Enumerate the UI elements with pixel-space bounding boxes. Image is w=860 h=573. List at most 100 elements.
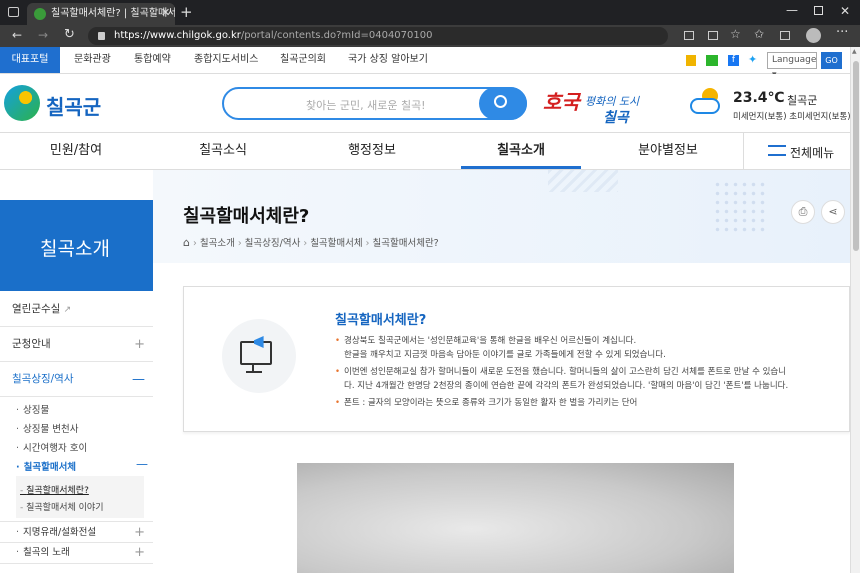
plus-icon: + bbox=[134, 525, 145, 540]
nav-fields[interactable]: 분야별정보 bbox=[608, 133, 728, 169]
sub-item-hoi[interactable]: · 시간여행자 호이 bbox=[16, 440, 87, 454]
collections-icon[interactable] bbox=[780, 31, 790, 40]
nav-civil[interactable]: 민원/참여 bbox=[16, 133, 136, 169]
language-select[interactable]: Language ▾ bbox=[767, 52, 817, 80]
plus-icon: + bbox=[134, 545, 145, 560]
breadcrumb: ⌂ › 칠곡소개 › 칠곡상징/역사 › 칠곡할매서체 › 칠곡할매서체란? bbox=[183, 236, 439, 249]
share-button[interactable]: ⋖ bbox=[821, 200, 845, 224]
breadcrumb-item[interactable]: 칠곡상징/역사 bbox=[245, 238, 301, 249]
sidebar-title: 칠곡소개 bbox=[40, 238, 110, 260]
info-para-1b: 한글을 깨우치고 지금껏 마음속 담아둔 이야기를 글로 가족들에게 전할 수 … bbox=[344, 349, 666, 360]
util-symbols[interactable]: 국가 상징 알아보기 bbox=[348, 47, 428, 73]
url-field[interactable]: https://www.chilgok.go.kr/portal/content… bbox=[88, 27, 668, 45]
weather-temp: 23.4℃ bbox=[733, 90, 785, 106]
util-portal[interactable]: 대표포털 bbox=[0, 47, 60, 73]
info-text: • 경상북도 칠곡군에서는 '성인문해교육'을 통해 한글을 배우신 어르신들이 … bbox=[335, 335, 835, 411]
language-go-button[interactable]: GO bbox=[821, 52, 842, 69]
reload-icon[interactable]: ↻ bbox=[64, 27, 75, 42]
sidebar-item-symbols[interactable]: 칠곡상징/역사 — bbox=[0, 362, 153, 397]
print-button[interactable]: ⎙ bbox=[791, 200, 815, 224]
utility-bar: 대표포털 문화관광 통합예약 종합지도서비스 칠곡군의회 국가 상징 알아보기 … bbox=[0, 47, 850, 80]
sidebar: 칠곡소개 열린군수실 ↗ 군청안내 + 칠곡상징/역사 — · 상징물 · 상징물 변천… bbox=[0, 170, 153, 573]
banner-pattern bbox=[548, 170, 618, 192]
minimize-icon[interactable]: — bbox=[786, 3, 798, 17]
sub-item-symbol[interactable]: · 상징물 bbox=[16, 402, 49, 416]
breadcrumb-item[interactable]: 칠곡할매서체 bbox=[310, 238, 362, 249]
sidebar-item-office[interactable]: 군청안내 + bbox=[0, 327, 153, 362]
facebook-icon[interactable]: f bbox=[728, 55, 739, 66]
search-box[interactable]: 찾아는 군민, 새로운 칠곡! bbox=[222, 87, 527, 120]
extension-icon[interactable] bbox=[684, 31, 694, 40]
nav-intro[interactable]: 칠곡소개 bbox=[461, 133, 581, 169]
forward-icon[interactable]: → bbox=[38, 28, 48, 42]
util-reservation[interactable]: 통합예약 bbox=[134, 47, 171, 73]
info-para-3: • 폰트 : 글자의 모양이라는 뜻으로 종류와 크기가 동일한 활자 한 벌을 … bbox=[335, 398, 638, 408]
favorite-icon[interactable]: ☆ bbox=[730, 27, 741, 41]
language-label: Language bbox=[772, 55, 817, 65]
slogan-line2: 칠곡 bbox=[603, 110, 629, 126]
minus-icon: — bbox=[132, 372, 145, 387]
page-title: 칠곡할매서체란? bbox=[183, 206, 310, 227]
all-menu-label: 전체메뉴 bbox=[790, 146, 835, 160]
main-content: 칠곡할매서체란? ⌂ › 칠곡소개 › 칠곡상징/역사 › 칠곡할매서체 › 칠… bbox=[153, 170, 850, 573]
close-window-icon[interactable]: ✕ bbox=[840, 4, 850, 18]
browser-tab[interactable]: 칠곡할매서체란? | 칠곡할매서체 bbox=[27, 3, 175, 25]
info-box: 칠곡할매서체란? • 경상북도 칠곡군에서는 '성인문해교육'을 통해 한글을 배… bbox=[183, 286, 850, 432]
lock-icon bbox=[98, 32, 105, 40]
subsub-item-font-what[interactable]: - 칠곡할매서체란? bbox=[20, 483, 89, 496]
url-host: https://www.chilgok.go.kr bbox=[114, 30, 241, 41]
site-logo[interactable]: 칠곡군 bbox=[2, 84, 112, 124]
plus-icon: + bbox=[134, 337, 145, 352]
subsub-item-font-story[interactable]: - 칠곡할매서체 이야기 bbox=[20, 500, 104, 513]
back-icon[interactable]: ← bbox=[12, 28, 22, 42]
tab-close-icon[interactable]: ✕ bbox=[161, 6, 170, 19]
nav-news[interactable]: 칠곡소식 bbox=[163, 133, 283, 169]
address-bar-row: ← → ↻ https://www.chilgok.go.kr/portal/c… bbox=[0, 25, 860, 47]
new-tab-icon[interactable]: + bbox=[180, 3, 193, 21]
nav-admin[interactable]: 행정정보 bbox=[312, 133, 432, 169]
banner-dots bbox=[713, 180, 768, 235]
home-icon[interactable]: ⌂ bbox=[183, 236, 190, 249]
app-icon[interactable] bbox=[686, 55, 696, 66]
profile-avatar[interactable] bbox=[806, 28, 821, 43]
page-scrollbar[interactable]: ▲ bbox=[850, 47, 860, 573]
browser-tab-bar: 칠곡할매서체란? | 칠곡할매서체 ✕ + — ✕ bbox=[0, 0, 860, 25]
search-input[interactable]: 찾아는 군민, 새로운 칠곡! bbox=[306, 97, 426, 113]
sidebar-item-song[interactable]: · 칠곡의 노래 + bbox=[0, 542, 153, 564]
favicon-icon bbox=[34, 8, 46, 20]
sub-item-font[interactable]: · 칠곡할매서체 bbox=[16, 459, 76, 473]
blog-icon[interactable] bbox=[706, 55, 718, 66]
sidebar-item-label: 군청안내 bbox=[12, 338, 51, 350]
breadcrumb-item[interactable]: 칠곡소개 bbox=[200, 238, 235, 249]
read-aloud-icon[interactable] bbox=[708, 31, 718, 40]
minus-icon: — bbox=[136, 457, 148, 471]
url-path: /portal/contents.do?mId=0404070100 bbox=[240, 30, 433, 41]
search-icon bbox=[494, 95, 507, 108]
scroll-up-icon[interactable]: ▲ bbox=[852, 48, 857, 55]
tab-title: 칠곡할매서체란? | 칠곡할매서체 bbox=[51, 8, 175, 19]
breadcrumb-item[interactable]: 칠곡할매서체란? bbox=[373, 238, 439, 249]
sidebar-title-box: 칠곡소개 bbox=[0, 200, 153, 291]
external-link-icon: ↗ bbox=[63, 305, 72, 315]
dust-status: 미세먼지(보통) 초미세먼지(보통) bbox=[733, 112, 851, 122]
info-title: 칠곡할매서체란? bbox=[335, 313, 427, 328]
util-culture[interactable]: 문화관광 bbox=[74, 47, 111, 73]
sidebar-item-mayor[interactable]: 열린군수실 ↗ bbox=[0, 292, 153, 327]
util-map[interactable]: 종합지도서비스 bbox=[194, 47, 258, 73]
window-menu-icon[interactable] bbox=[8, 7, 19, 17]
weather-place: 칠곡군 bbox=[787, 94, 818, 107]
favorites-icon[interactable]: ✩ bbox=[754, 27, 764, 41]
scroll-thumb[interactable] bbox=[853, 61, 859, 251]
more-menu-icon[interactable]: ··· bbox=[836, 25, 848, 40]
main-navigation: 민원/참여 칠곡소식 행정정보 칠곡소개 분야별정보 전체메뉴 bbox=[0, 132, 850, 170]
city-slogan: 호국 평화의 도시 칠곡 bbox=[543, 80, 653, 126]
info-para-2b: 다. 지난 4개월간 한명당 2천장의 종이에 연습한 끝에 각각의 폰트가 완… bbox=[344, 380, 789, 391]
info-para-1: • 경상북도 칠곡군에서는 '성인문해교육'을 통해 한글을 배우신 어르신들이 … bbox=[335, 336, 637, 346]
paper-texture-image bbox=[297, 463, 734, 573]
all-menu-button[interactable]: 전체메뉴 bbox=[743, 133, 850, 169]
sub-item-history[interactable]: · 상징물 변천사 bbox=[16, 421, 79, 435]
maximize-icon[interactable] bbox=[814, 6, 823, 15]
util-council[interactable]: 칠곡군의회 bbox=[280, 47, 326, 73]
sidebar-item-legends[interactable]: · 지명유래/설화전설 + bbox=[0, 521, 153, 543]
twitter-icon[interactable]: ✦ bbox=[748, 53, 757, 66]
